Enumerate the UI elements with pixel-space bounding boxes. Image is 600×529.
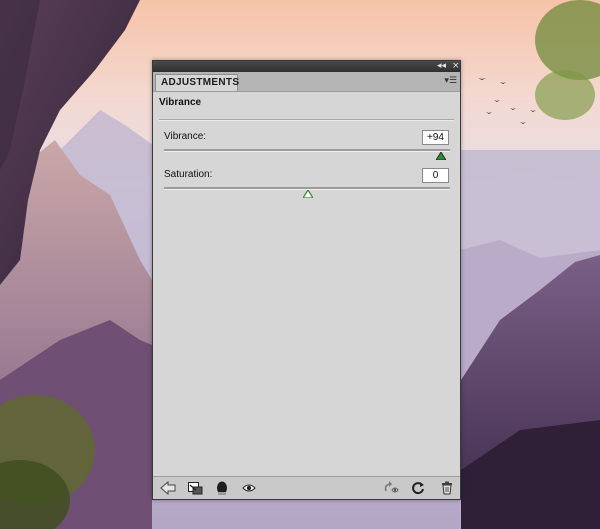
reset-icon[interactable] — [409, 480, 427, 496]
vibrance-slider-track[interactable] — [164, 149, 450, 152]
clip-to-layer-icon[interactable] — [186, 480, 204, 496]
panel-tab-strip: ADJUSTMENTS ▾☰ — [153, 72, 460, 92]
eye-icon[interactable] — [240, 480, 258, 496]
back-arrow-icon[interactable] — [159, 480, 177, 496]
previous-state-icon[interactable] — [382, 480, 400, 496]
saturation-value-field[interactable]: 0 — [422, 168, 449, 183]
panel-footer-toolbar — [153, 476, 460, 499]
adjustments-panel: ◂◂ × ADJUSTMENTS ▾☰ Vibrance Vibrance: +… — [152, 60, 461, 500]
trash-icon[interactable] — [438, 480, 456, 496]
vibrance-slider-thumb-icon[interactable] — [436, 152, 446, 160]
panel-menu-icon[interactable]: ▾☰ — [444, 75, 457, 87]
close-icon[interactable]: × — [452, 61, 460, 72]
divider — [159, 119, 454, 121]
layer-visibility-mask-icon[interactable] — [213, 480, 231, 496]
saturation-slider-thumb-icon[interactable] — [303, 190, 313, 198]
saturation-label: Saturation: — [164, 169, 213, 180]
vibrance-value-field[interactable]: +94 — [422, 130, 449, 145]
collapse-icon[interactable]: ◂◂ — [437, 61, 446, 72]
adjustment-title: Vibrance — [159, 97, 202, 108]
vibrance-label: Vibrance: — [164, 131, 207, 142]
panel-title-bar[interactable]: ◂◂ × — [153, 61, 460, 72]
tab-adjustments[interactable]: ADJUSTMENTS — [155, 74, 239, 91]
